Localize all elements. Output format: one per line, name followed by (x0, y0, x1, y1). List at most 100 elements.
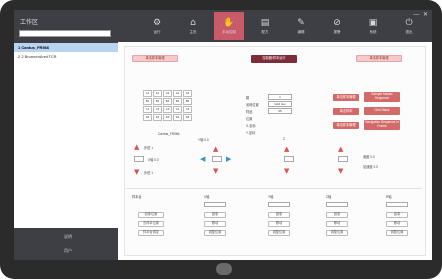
grid-cell[interactable]: B2 (153, 98, 162, 105)
sample-sequence-button[interactable]: Sample Master Sequence (364, 92, 400, 102)
grid-cell[interactable]: A3 (163, 90, 172, 97)
grid-cell[interactable]: C5 (183, 106, 192, 113)
grid-cell[interactable]: C1 (143, 106, 152, 113)
column-button[interactable]: 移动 (268, 221, 290, 227)
accel-label: 加速度 0.0 (363, 165, 378, 169)
col-title: Z轴 (326, 195, 332, 199)
form-label: 样品 (246, 110, 253, 114)
arrow-down-icon[interactable]: ▼ (213, 168, 218, 175)
grid-cell[interactable]: D2 (153, 114, 162, 121)
grid-cell[interactable]: D1 (143, 114, 152, 121)
y-value[interactable] (212, 156, 222, 162)
grid-cell[interactable]: B1 (143, 98, 152, 105)
mode-select[interactable]: 1 (268, 94, 292, 100)
system-icon: ▣ (368, 18, 378, 28)
nav-edit[interactable]: ✎ 编辑 (286, 12, 316, 40)
column-button[interactable]: 样本台调控 (138, 230, 164, 236)
arrow-right-icon[interactable]: ▶ (226, 156, 231, 163)
recipe-icon: ▤ (260, 18, 270, 28)
z-label: Z (283, 137, 285, 141)
column-button[interactable]: 去样本位置 (138, 221, 164, 227)
nav-home[interactable]: ⌂ 主页 (178, 12, 208, 40)
sidebar-item-1[interactable]: 2 2 BrunnenAre#TCR (14, 52, 118, 61)
column-button[interactable]: 回零 (204, 212, 226, 218)
arrow-up-icon[interactable]: ▲ (213, 146, 218, 153)
nav-run[interactable]: ⚙ 运行 (142, 12, 172, 40)
grid-cell[interactable]: B3 (163, 98, 172, 105)
grid-stack-button[interactable]: Grid Stack (364, 107, 400, 115)
controller-run-button[interactable]: 控制器/样本运行 (251, 55, 297, 63)
y-input[interactable] (268, 202, 290, 207)
z-input[interactable] (326, 202, 348, 207)
grid-caption: Cantus_FR566 (158, 132, 180, 136)
grid-cell[interactable]: A5 (183, 90, 192, 97)
column-button[interactable]: 移动 (204, 221, 226, 227)
arrow-down-icon[interactable]: ▼ (338, 168, 343, 175)
sidebar-title: 工作区 (20, 20, 39, 26)
side-action-button[interactable]: 单击样本管理 (333, 122, 359, 129)
side-action-button[interactable]: 单击样本管理 (333, 94, 359, 101)
sidebar-list: 1 Cantus_FR566 2 2 BrunnenAre#TCR (14, 43, 118, 228)
column-button[interactable]: 调整位置 (326, 230, 348, 236)
form-label: 位置 (246, 117, 253, 121)
sidebar-search-input[interactable] (19, 30, 111, 37)
column-button[interactable]: 回零 (386, 212, 408, 218)
sample-manage-left-button[interactable]: 单击样本管理 (132, 55, 178, 62)
r-value[interactable] (338, 156, 348, 162)
arrow-up-icon[interactable]: ▲ (338, 146, 343, 153)
sidebar-footer: 说明 用户 (14, 228, 118, 260)
grid-cell[interactable]: D3 (163, 114, 172, 121)
app-screen: 工作区 1 Cantus_FR566 2 2 BrunnenAre#TCR 说明… (14, 10, 432, 260)
side-action-button[interactable]: 单击样本 (333, 108, 359, 115)
column-button[interactable]: 移动 (386, 221, 408, 227)
arrow-up-icon[interactable]: ▲ (134, 144, 139, 151)
pencil-icon: ✎ (297, 18, 305, 28)
sample-manage-right-button[interactable]: 单击样本管理 (356, 55, 402, 62)
sample-field[interactable]: 25 (268, 108, 292, 114)
form-label: 滤网位置 (246, 103, 259, 107)
nav-alarm[interactable]: ⊘ 报警 (322, 12, 352, 40)
arrow-down-icon[interactable]: ▼ (134, 169, 139, 176)
step-value[interactable] (134, 156, 144, 162)
home-icon: ⌂ (190, 18, 196, 28)
nav-system[interactable]: ▣ 系统 (358, 12, 388, 40)
divider (126, 188, 422, 189)
grid-cell[interactable]: C4 (173, 106, 182, 113)
arrow-down-icon[interactable]: ▼ (284, 168, 289, 175)
x-input[interactable] (204, 202, 226, 207)
column-button[interactable]: 调整位置 (386, 230, 408, 236)
arrow-left-icon[interactable]: ◀ (200, 156, 205, 163)
grid-cell[interactable]: C2 (153, 106, 162, 113)
filter-select[interactable]: Grid Jeu (268, 101, 292, 107)
grid-cell[interactable]: B4 (173, 98, 182, 105)
form-label: Y-坐标 (246, 131, 256, 135)
column-button[interactable]: 移动 (326, 221, 348, 227)
col-title: Y轴 (268, 195, 274, 199)
grid-cell[interactable]: A1 (143, 90, 152, 97)
window-controls[interactable]: — ✕ (413, 11, 429, 18)
column-button[interactable]: 调整位置 (268, 230, 290, 236)
grid-cell[interactable]: A4 (173, 90, 182, 97)
navigation-sequence-button[interactable]: Navigation Sequence in Frame (364, 120, 400, 130)
run-icon: ⚙ (152, 18, 162, 28)
grid-cell[interactable]: D4 (173, 114, 182, 121)
sidebar-footer-label: 说明 (64, 234, 72, 239)
column-button[interactable]: 回零 (326, 212, 348, 218)
r-input[interactable] (386, 202, 408, 207)
column-button[interactable]: 回零 (268, 212, 290, 218)
grid-cell[interactable]: B5 (183, 98, 192, 105)
form-label: X-坐标 (246, 124, 256, 128)
grid-cell[interactable]: D5 (183, 114, 192, 121)
axis-y-label: Y轴 0.0 (198, 138, 209, 142)
home-button[interactable] (216, 263, 232, 275)
grid-cell[interactable]: C3 (163, 106, 172, 113)
nav-manual[interactable]: ✋ 手动控制 (214, 12, 244, 40)
grid-cell[interactable]: A2 (153, 90, 162, 97)
sidebar-item-0[interactable]: 1 Cantus_FR566 (14, 43, 118, 52)
column-button[interactable]: 回零位置 (138, 212, 164, 218)
column-button[interactable]: 调整位置 (204, 230, 226, 236)
z-value[interactable] (284, 156, 294, 162)
arrow-up-icon[interactable]: ▲ (284, 146, 289, 153)
nav-recipe[interactable]: ▤ 配方 (250, 12, 280, 40)
sidebar: 工作区 1 Cantus_FR566 2 2 BrunnenAre#TCR 说明… (14, 10, 118, 260)
